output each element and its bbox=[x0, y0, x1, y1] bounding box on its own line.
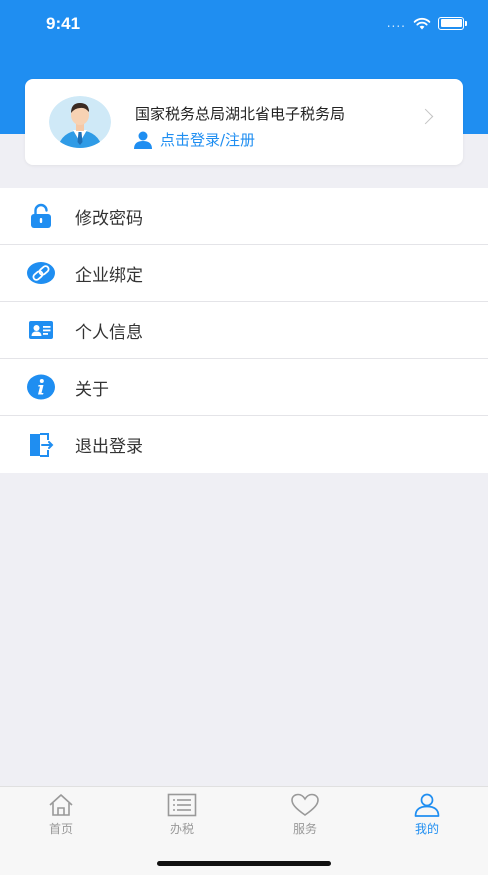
home-icon bbox=[49, 794, 73, 816]
profile-card[interactable]: 国家税务总局湖北省电子税务局 点击登录/注册 bbox=[25, 79, 463, 165]
status-icons: .... bbox=[386, 16, 467, 30]
tab-label: 服务 bbox=[292, 822, 317, 836]
menu-item-company-binding[interactable]: 企业绑定 bbox=[0, 245, 488, 302]
tab-label: 办税 bbox=[169, 822, 194, 836]
lock-icon bbox=[27, 202, 55, 230]
menu-label: 个人信息 bbox=[75, 322, 143, 343]
user-icon bbox=[134, 131, 152, 149]
logout-icon bbox=[27, 431, 55, 459]
menu-label: 关于 bbox=[75, 379, 109, 400]
status-bar: 9:41 .... bbox=[0, 0, 488, 50]
list-icon bbox=[167, 793, 197, 817]
login-register-label: 点击登录/注册 bbox=[160, 131, 256, 149]
tab-label: 首页 bbox=[48, 822, 73, 836]
info-icon bbox=[27, 373, 55, 401]
tab-home[interactable]: 首页 bbox=[26, 793, 96, 837]
menu-item-change-password[interactable]: 修改密码 bbox=[0, 188, 488, 245]
profile-title: 国家税务总局湖北省电子税务局 bbox=[135, 105, 346, 123]
id-card-icon bbox=[27, 316, 55, 344]
menu-item-personal-info[interactable]: 个人信息 bbox=[0, 302, 488, 359]
tab-mine[interactable]: 我的 bbox=[392, 793, 462, 837]
menu-item-about[interactable]: 关于 bbox=[0, 359, 488, 416]
menu-item-logout[interactable]: 退出登录 bbox=[0, 416, 488, 473]
signal-icon: .... bbox=[386, 16, 406, 30]
battery-icon bbox=[438, 16, 467, 30]
menu-label: 企业绑定 bbox=[75, 265, 143, 286]
link-icon bbox=[27, 259, 55, 287]
menu-label: 修改密码 bbox=[75, 208, 143, 229]
status-time: 9:41 bbox=[46, 14, 81, 33]
tab-tax[interactable]: 办税 bbox=[147, 793, 217, 837]
settings-menu: 修改密码 企业绑定 个人信息 关于 退出登录 bbox=[0, 188, 488, 473]
wifi-icon bbox=[413, 17, 431, 29]
home-indicator[interactable] bbox=[157, 861, 331, 866]
heart-icon bbox=[291, 793, 319, 816]
user-icon bbox=[414, 793, 440, 817]
menu-label: 退出登录 bbox=[75, 437, 143, 457]
chevron-right-icon bbox=[417, 108, 434, 125]
avatar bbox=[49, 96, 111, 148]
tab-service[interactable]: 服务 bbox=[270, 793, 340, 837]
login-register-link[interactable]: 点击登录/注册 bbox=[133, 129, 255, 150]
tab-label: 我的 bbox=[414, 822, 439, 836]
